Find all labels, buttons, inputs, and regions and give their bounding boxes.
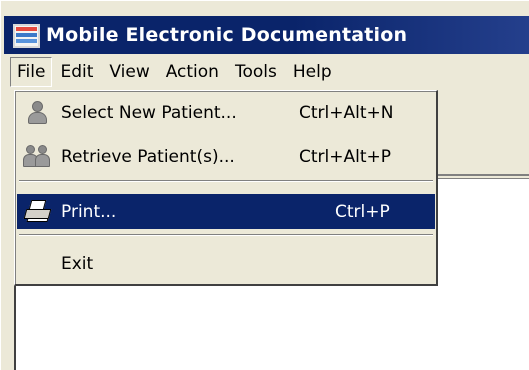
menu-file[interactable]: File	[10, 57, 53, 87]
menu-item-shortcut: Ctrl+Alt+N	[299, 102, 394, 123]
menu-tools[interactable]: Tools	[227, 57, 285, 87]
menu-item-exit[interactable]: Exit	[17, 246, 435, 281]
menu-item-label: Print...	[61, 201, 117, 222]
menu-item-select-new-patient[interactable]: Select New Patient... Ctrl+Alt+N	[17, 95, 435, 130]
menu-item-label: Retrieve Patient(s)...	[61, 146, 235, 167]
menu-edit[interactable]: Edit	[52, 57, 101, 87]
people-icon	[23, 143, 55, 171]
menu-bar: File Edit View Action Tools Help	[4, 56, 529, 88]
exit-icon-placeholder	[23, 250, 55, 278]
menu-help[interactable]: Help	[285, 57, 340, 87]
window-title: Mobile Electronic Documentation	[46, 24, 408, 46]
menu-item-shortcut: Ctrl+P	[335, 201, 390, 222]
menu-separator	[19, 234, 433, 236]
app-icon	[13, 22, 40, 49]
title-bar[interactable]: Mobile Electronic Documentation	[4, 16, 529, 54]
menu-item-label: Exit	[61, 253, 94, 274]
menu-item-retrieve-patients[interactable]: Retrieve Patient(s)... Ctrl+Alt+P	[17, 139, 435, 174]
person-icon	[23, 99, 55, 127]
menu-item-shortcut: Ctrl+Alt+P	[299, 146, 392, 167]
menu-item-print[interactable]: Print... Ctrl+P	[17, 194, 435, 229]
menu-action[interactable]: Action	[158, 57, 227, 87]
menu-view[interactable]: View	[101, 57, 157, 87]
menu-separator	[19, 180, 433, 182]
menu-item-label: Select New Patient...	[61, 102, 237, 123]
printer-icon	[23, 198, 55, 226]
toolbar-edge	[430, 168, 529, 176]
file-menu-dropdown: Select New Patient... Ctrl+Alt+N Retriev…	[14, 90, 438, 286]
